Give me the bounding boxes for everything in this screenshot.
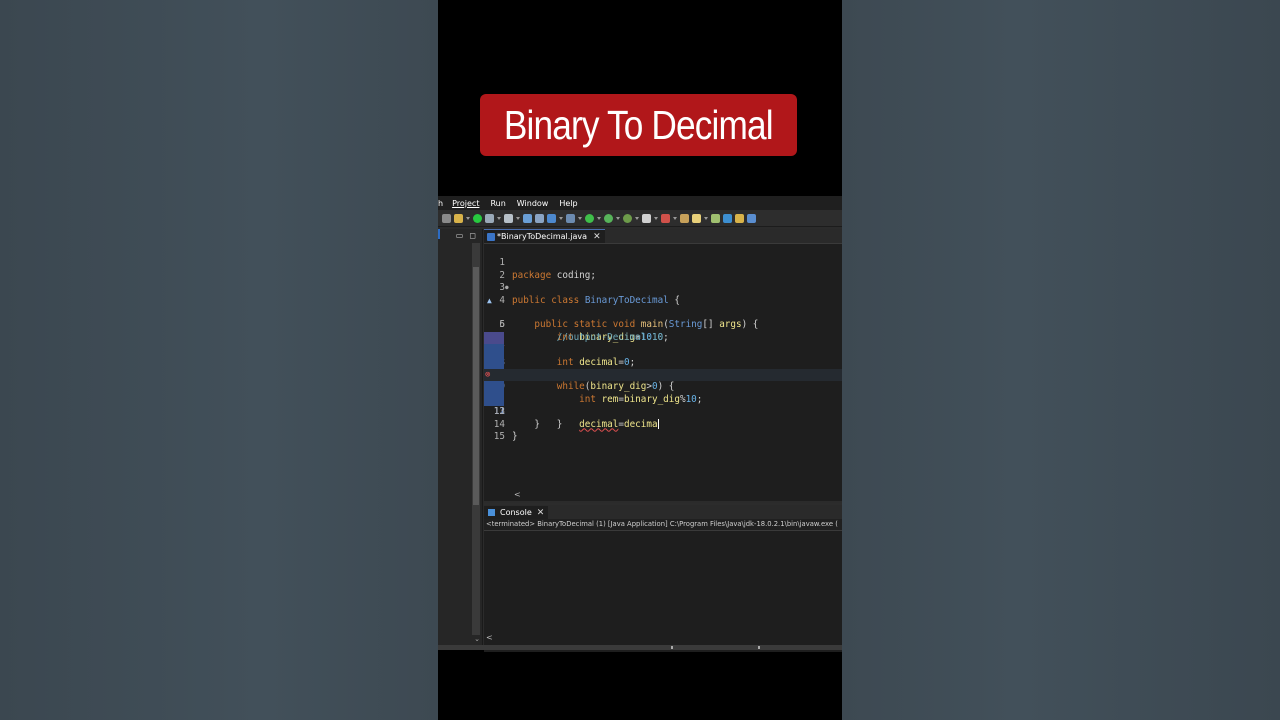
menu-item-window[interactable]: Window xyxy=(517,199,549,208)
code-line: 12 } xyxy=(484,381,842,430)
background-left xyxy=(0,0,438,720)
toolbar-terminal-icon[interactable] xyxy=(485,213,494,223)
toolbar-java-perspective-icon[interactable] xyxy=(747,213,756,223)
console-scroll-left-icon[interactable]: < xyxy=(486,633,493,642)
dropdown-arrow-icon[interactable] xyxy=(704,216,708,220)
code-area[interactable]: 1 package coding; 2 3 public class Binar… xyxy=(484,245,842,489)
package-explorer-panel: ▭ ◻ ⌄ xyxy=(438,229,483,650)
toolbar-save-icon[interactable] xyxy=(442,213,451,223)
toolbar-search-icon[interactable] xyxy=(692,213,701,223)
title-banner: Binary To Decimal xyxy=(480,94,797,156)
code-line: 14 } xyxy=(484,406,842,442)
status-indicator xyxy=(671,646,673,649)
dropdown-arrow-icon[interactable] xyxy=(654,216,658,220)
editor-tab-bar: *BinaryToDecimal.java ✕ xyxy=(484,229,842,244)
toolbar-stop-icon[interactable] xyxy=(642,213,651,223)
console-tab-label: Console xyxy=(500,508,532,517)
menu-bar: h Project Run Window Help xyxy=(438,196,842,210)
toolbar-debug-icon[interactable] xyxy=(473,213,482,223)
code-line: 4 ● public static void main(String[] arg… xyxy=(484,282,842,330)
dropdown-arrow-icon[interactable] xyxy=(559,216,563,220)
code-line-current: ⊗ 11 decimal=decima xyxy=(484,369,842,430)
toolbar-external-tools-icon[interactable] xyxy=(623,213,632,223)
panel-active-marker xyxy=(438,229,440,239)
menu-item-run[interactable]: Run xyxy=(490,199,505,208)
panel-scrollbar[interactable] xyxy=(472,243,480,635)
toolbar-debug-run-icon[interactable] xyxy=(566,213,575,223)
dropdown-arrow-icon[interactable] xyxy=(516,216,520,220)
panel-scrollbar-thumb[interactable] xyxy=(473,267,479,505)
toolbar-perspective-icon[interactable] xyxy=(735,213,744,223)
console-panel: Console ✕ <terminated> BinaryToDecimal (… xyxy=(484,503,842,652)
maximize-icon[interactable]: ◻ xyxy=(469,231,476,240)
panel-controls: ▭ ◻ xyxy=(438,229,482,241)
toolbar-gear-icon[interactable] xyxy=(504,213,513,223)
code-line: 13 } xyxy=(484,394,842,429)
tab-binary-to-decimal[interactable]: *BinaryToDecimal.java ✕ xyxy=(484,229,605,243)
fold-marker-icon[interactable]: ● xyxy=(505,282,509,294)
toolbar-tools-icon[interactable] xyxy=(535,213,544,223)
bookmark-icon[interactable]: ▲ xyxy=(487,295,495,307)
toolbar xyxy=(438,210,842,227)
menu-item-project[interactable]: Project xyxy=(452,199,479,208)
console-tab-bar: Console ✕ xyxy=(484,505,842,519)
tab-label: *BinaryToDecimal.java xyxy=(497,232,588,241)
background-right xyxy=(842,0,1280,720)
dropdown-arrow-icon[interactable] xyxy=(578,216,582,220)
code-line: 10 int rem=binary_dig%10; xyxy=(484,357,842,405)
error-icon[interactable]: ⊗ xyxy=(485,369,493,381)
toolbar-sync-icon[interactable] xyxy=(547,213,556,223)
dropdown-arrow-icon[interactable] xyxy=(635,216,639,220)
dropdown-arrow-icon[interactable] xyxy=(466,216,470,220)
code-line: 9 while(binary_dig>0) { xyxy=(484,344,842,392)
dropdown-arrow-icon[interactable] xyxy=(616,216,620,220)
status-bar xyxy=(438,645,842,650)
toolbar-open-type-icon[interactable] xyxy=(680,213,689,223)
code-line: 7 int decimal=0; xyxy=(484,319,842,368)
toolbar-annotation-icon[interactable] xyxy=(711,213,720,223)
code-line: 8 int base=1; xyxy=(484,332,842,380)
scroll-down-icon[interactable]: ⌄ xyxy=(474,635,480,643)
toolbar-refresh-icon[interactable] xyxy=(523,213,532,223)
toolbar-pen-icon[interactable] xyxy=(723,213,732,223)
code-editor[interactable]: *BinaryToDecimal.java ✕ 1 package coding… xyxy=(484,229,842,501)
code-line: 15 xyxy=(484,419,842,442)
ide-window: h Project Run Window Help ▭ ◻ ⌄ *BinaryT… xyxy=(438,196,842,652)
line-number: 15 xyxy=(493,431,505,442)
close-console-icon[interactable]: ✕ xyxy=(537,508,545,518)
video-frame: Binary To Decimal h Project Run Window H… xyxy=(438,0,842,720)
code-line: 1 package coding; xyxy=(484,245,842,280)
toolbar-run-icon[interactable] xyxy=(585,213,594,223)
menu-item-help[interactable]: Help xyxy=(559,199,577,208)
tab-console[interactable]: Console ✕ xyxy=(484,506,549,519)
status-indicator xyxy=(758,646,760,649)
scroll-left-icon[interactable]: < xyxy=(514,490,521,499)
dropdown-arrow-icon[interactable] xyxy=(597,216,601,220)
toolbar-new-class-icon[interactable] xyxy=(661,213,670,223)
banner-title: Binary To Decimal xyxy=(504,101,774,148)
console-icon xyxy=(488,509,495,516)
console-status: <terminated> BinaryToDecimal (1) [Java A… xyxy=(484,519,842,531)
code-line: 2 xyxy=(484,257,842,281)
dropdown-arrow-icon[interactable] xyxy=(497,216,501,220)
java-file-icon xyxy=(487,232,495,241)
toolbar-coverage-icon[interactable] xyxy=(604,213,613,223)
menu-item-search[interactable]: h xyxy=(438,199,443,208)
dropdown-arrow-icon[interactable] xyxy=(673,216,677,220)
minimize-icon[interactable]: ▭ xyxy=(456,231,464,240)
code-line: 6 //output-Decimal:10 xyxy=(484,307,842,342)
close-tab-icon[interactable]: ✕ xyxy=(593,232,601,242)
toolbar-folder-icon[interactable] xyxy=(454,213,463,223)
code-line: ▲ 5 int binary_dig=1010; xyxy=(484,295,842,343)
code-line: 3 public class BinaryToDecimal { xyxy=(484,270,842,305)
